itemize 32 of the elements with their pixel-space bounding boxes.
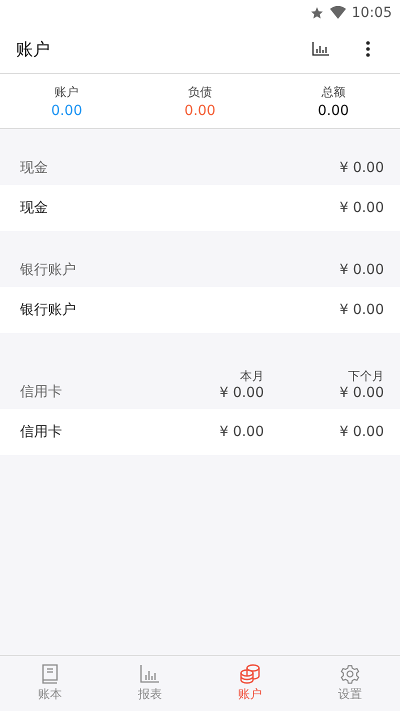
account-row[interactable]: 信用卡 ¥ 0.00 ¥ 0.00 <box>0 409 400 455</box>
group-title: 银行账户 <box>20 260 77 278</box>
summary-value: 0.00 <box>318 102 349 118</box>
nav-tab[interactable]: 设置 <box>300 656 400 711</box>
account-row[interactable]: 银行账户 ¥ 0.00 <box>0 287 400 333</box>
account-row[interactable]: 现金 ¥ 0.00 <box>0 185 400 231</box>
group-total: ¥ 0.00 <box>219 385 264 401</box>
status-time: 10:05 <box>352 4 392 20</box>
bar-chart-icon[interactable] <box>312 42 330 56</box>
group-total: ¥ 0.00 <box>339 160 384 176</box>
nav-tab[interactable]: 账本 <box>0 656 100 711</box>
page-title: 账户 <box>16 38 51 60</box>
group-total: ¥ 0.00 <box>339 385 384 401</box>
star-icon <box>310 6 324 20</box>
summary-label: 账户 <box>54 84 79 100</box>
bar-chart-icon <box>140 664 160 684</box>
nav-tab[interactable]: 报表 <box>100 656 200 711</box>
summary-value: 0.00 <box>51 102 82 118</box>
coins-icon <box>239 664 261 684</box>
book-icon <box>40 664 60 684</box>
column-label: 本月 <box>240 368 264 385</box>
group-title: 现金 <box>20 158 49 176</box>
column-label: 下个月 <box>348 368 384 385</box>
group-total: ¥ 0.00 <box>339 262 384 278</box>
summary-value: 0.00 <box>184 102 216 118</box>
summary-label: 负债 <box>188 84 212 100</box>
settings-icon <box>340 664 360 684</box>
summary-label: 总额 <box>321 84 346 100</box>
nav-tab[interactable]: 账户 <box>200 656 300 711</box>
wifi-icon <box>330 6 346 19</box>
more-icon[interactable] <box>366 41 370 57</box>
group-title: 信用卡 <box>20 383 63 401</box>
